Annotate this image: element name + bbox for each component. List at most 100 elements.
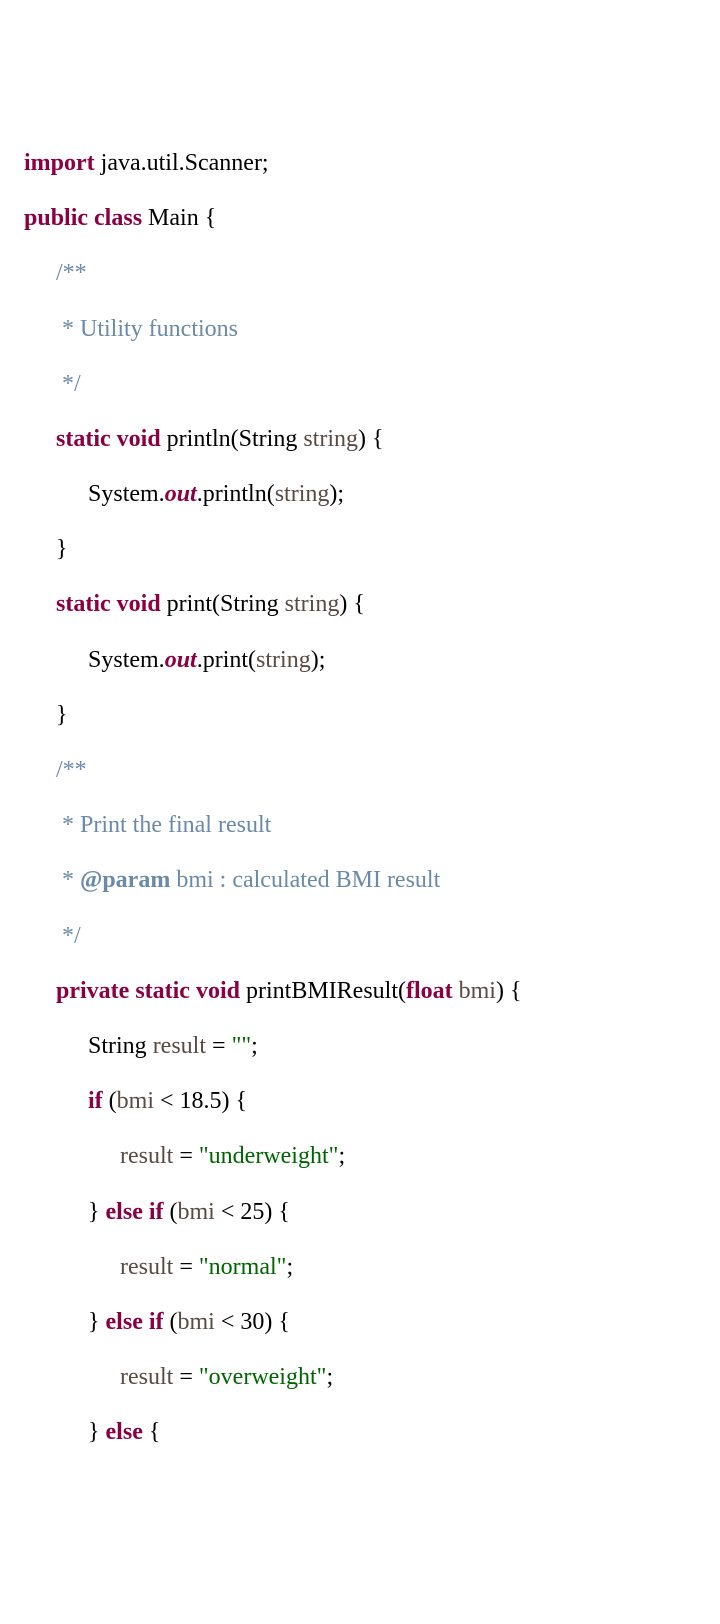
code-text: } <box>88 1199 106 1225</box>
string-literal: "overweight" <box>199 1364 327 1390</box>
code-text: String <box>88 1033 153 1059</box>
code-text: < 30) { <box>221 1309 290 1335</box>
keyword-out: out <box>165 481 197 507</box>
code-text: ( <box>103 1088 117 1114</box>
code-text: ); <box>311 647 326 673</box>
comment: * <box>56 867 80 893</box>
code-text: } <box>88 1419 106 1445</box>
keyword-import: import <box>24 150 95 176</box>
comment: bmi : calculated BMI result <box>170 867 440 893</box>
code-line: } else if (bmi < 30) { <box>24 1309 720 1337</box>
comment: /** <box>56 757 87 783</box>
parameter: bmi <box>453 978 496 1004</box>
code-text: ) { <box>339 591 365 617</box>
variable: bmi <box>178 1199 221 1225</box>
code-text: ; <box>251 1033 258 1059</box>
code-text: < 18.5) { <box>160 1088 247 1114</box>
code-line: * Print the final result <box>24 812 720 840</box>
code-line: private static void printBMIResult(float… <box>24 978 720 1006</box>
keyword-static: static <box>56 426 111 452</box>
code-line: import java.util.Scanner; <box>24 150 720 178</box>
doc-tag-param: @param <box>80 867 170 893</box>
code-line: /** <box>24 260 720 288</box>
code-text: { <box>143 1419 161 1445</box>
comment: * Print the final result <box>56 812 271 838</box>
code-text: } <box>56 702 68 728</box>
code-text: ; <box>326 1364 333 1390</box>
code-line: if (bmi < 18.5) { <box>24 1088 720 1116</box>
code-text: = <box>179 1254 199 1280</box>
code-line: static void println(String string) { <box>24 426 720 454</box>
comment: /** <box>56 260 87 286</box>
code-text: ); <box>329 481 344 507</box>
code-text: Main { <box>142 205 216 231</box>
code-line: } else if (bmi < 25) { <box>24 1199 720 1227</box>
code-text: = <box>212 1033 232 1059</box>
code-line: System.out.print(string); <box>24 647 720 675</box>
parameter: string <box>303 426 358 452</box>
code-block: import java.util.Scanner; public class M… <box>24 122 720 1474</box>
code-line: */ <box>24 371 720 399</box>
keyword-static: static <box>135 978 190 1004</box>
code-text: } <box>56 536 68 562</box>
keyword-void: void <box>117 426 161 452</box>
code-line: /** <box>24 757 720 785</box>
keyword-else-if: else if <box>106 1199 164 1225</box>
code-text: System. <box>88 647 165 673</box>
code-line: result = "normal"; <box>24 1254 720 1282</box>
code-text: = <box>179 1364 199 1390</box>
code-line: result = "overweight"; <box>24 1364 720 1392</box>
comment: */ <box>56 371 81 397</box>
keyword-out: out <box>165 647 197 673</box>
code-text: println(String <box>161 426 304 452</box>
code-text: .println( <box>197 481 275 507</box>
keyword-else-if: else if <box>106 1309 164 1335</box>
code-line: static void print(String string) { <box>24 591 720 619</box>
code-text: ; <box>338 1143 345 1169</box>
code-line: result = "underweight"; <box>24 1143 720 1171</box>
variable: result <box>120 1364 179 1390</box>
keyword-private: private <box>56 978 129 1004</box>
keyword-public: public <box>24 205 88 231</box>
code-text: .print( <box>197 647 256 673</box>
code-text: printBMIResult( <box>240 978 406 1004</box>
variable: result <box>120 1254 179 1280</box>
code-text: < 25) { <box>221 1199 290 1225</box>
code-text: ; <box>286 1254 293 1280</box>
keyword-void: void <box>117 591 161 617</box>
keyword-else: else <box>106 1419 143 1445</box>
variable: bmi <box>178 1309 221 1335</box>
code-text: ( <box>164 1309 178 1335</box>
argument: string <box>275 481 330 507</box>
variable: bmi <box>117 1088 160 1114</box>
comment: * Utility functions <box>56 316 238 342</box>
keyword-class: class <box>94 205 142 231</box>
code-text: java.util.Scanner; <box>95 150 269 176</box>
comment: */ <box>56 923 81 949</box>
parameter: string <box>285 591 340 617</box>
code-line: public class Main { <box>24 205 720 233</box>
argument: string <box>256 647 311 673</box>
code-text: } <box>88 1309 106 1335</box>
code-text: = <box>179 1143 199 1169</box>
code-line: } <box>24 536 720 564</box>
code-line: } else { <box>24 1419 720 1447</box>
code-line: String result = ""; <box>24 1033 720 1061</box>
variable: result <box>153 1033 212 1059</box>
code-line: } <box>24 702 720 730</box>
keyword-float: float <box>406 978 453 1004</box>
code-line: */ <box>24 923 720 951</box>
string-literal: "normal" <box>199 1254 287 1280</box>
keyword-void: void <box>196 978 240 1004</box>
string-literal: "underweight" <box>199 1143 339 1169</box>
code-text: print(String <box>161 591 285 617</box>
code-text: ) { <box>496 978 522 1004</box>
string-literal: "" <box>232 1033 252 1059</box>
code-line: System.out.println(string); <box>24 481 720 509</box>
code-line: * Utility functions <box>24 316 720 344</box>
keyword-static: static <box>56 591 111 617</box>
code-text: System. <box>88 481 165 507</box>
variable: result <box>120 1143 179 1169</box>
code-text: ) { <box>358 426 384 452</box>
code-text: ( <box>164 1199 178 1225</box>
